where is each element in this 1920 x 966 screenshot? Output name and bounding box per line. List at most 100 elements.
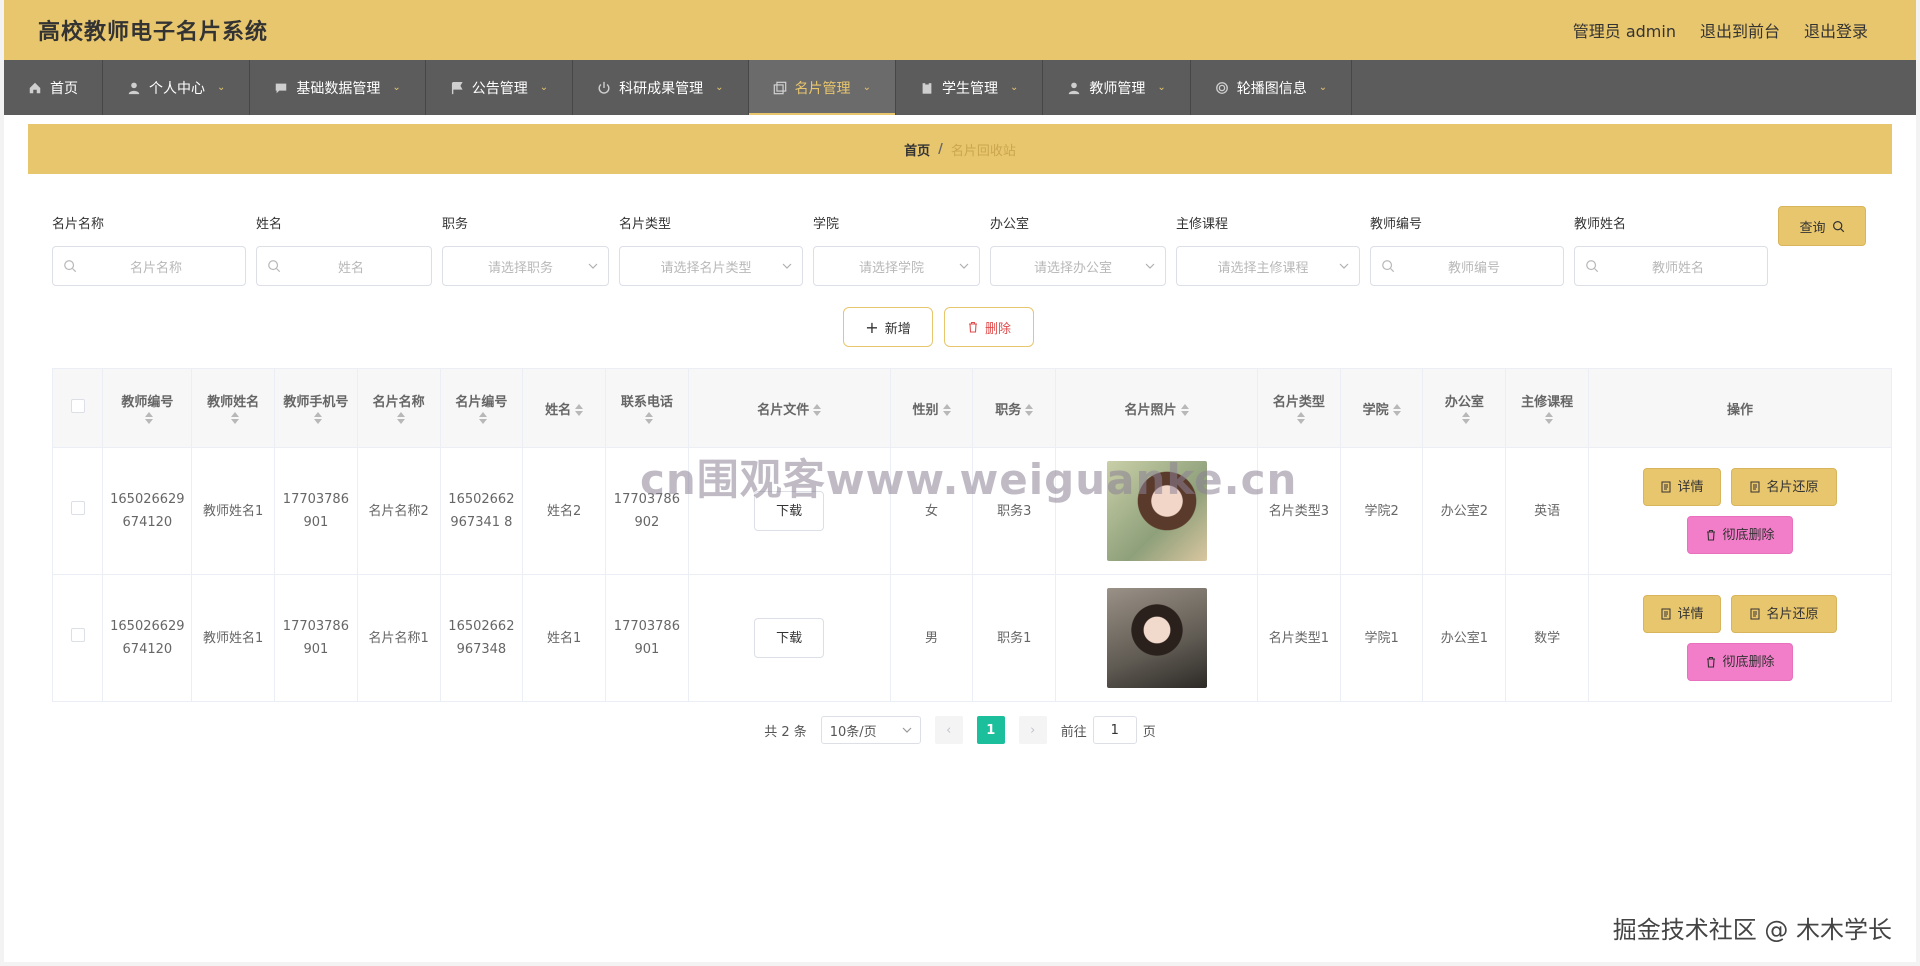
col-office[interactable]: 办公室	[1422, 368, 1507, 448]
purge-button[interactable]: 彻底删除	[1686, 516, 1793, 554]
sort-icon[interactable]	[1462, 411, 1471, 424]
sort-icon[interactable]	[313, 411, 322, 424]
cell-gender: 男	[889, 574, 974, 702]
logout-link[interactable]: 退出登录	[1804, 18, 1868, 42]
column-header: 教师手机号	[283, 395, 349, 410]
page-size-select[interactable]: 10条/页	[820, 716, 921, 744]
cell-phone: 17703786901	[605, 574, 689, 702]
sort-icon[interactable]	[1025, 404, 1034, 416]
exit-to-frontend-link[interactable]: 退出到前台	[1700, 18, 1780, 42]
nav-item-carousel[interactable]: 轮播图信息 ⌄	[1191, 60, 1353, 115]
sort-icon[interactable]	[813, 404, 822, 416]
power-icon	[598, 81, 610, 94]
col-card-name[interactable]: 名片名称	[356, 368, 441, 448]
column-header: 性别	[912, 402, 939, 418]
office-select[interactable]: 请选择办公室	[990, 246, 1166, 286]
cell-teacher-phone: 17703786901	[274, 574, 358, 702]
add-button[interactable]: + 新增	[843, 307, 933, 347]
col-teacher-phone[interactable]: 教师手机号	[274, 368, 358, 448]
teacher-name-input[interactable]: 教师姓名	[1574, 246, 1768, 286]
card-name-input[interactable]: 名片名称	[52, 246, 246, 286]
course-select[interactable]: 请选择主修课程	[1176, 246, 1360, 286]
col-teacher-no[interactable]: 教师编号	[102, 368, 193, 448]
purge-label: 彻底删除	[1722, 527, 1775, 543]
document-icon	[1750, 608, 1760, 620]
query-button[interactable]: 查询	[1778, 206, 1866, 246]
card-photo[interactable]	[1106, 588, 1207, 688]
col-course[interactable]: 主修课程	[1505, 368, 1589, 448]
col-card-file[interactable]: 名片文件	[687, 368, 891, 448]
col-card-photo[interactable]: 名片照片	[1055, 368, 1258, 448]
breadcrumb-home[interactable]: 首页	[904, 140, 930, 159]
prev-page-button[interactable]: ‹	[934, 716, 963, 744]
sort-icon[interactable]	[1296, 411, 1305, 424]
sort-icon[interactable]	[479, 411, 488, 424]
purge-label: 彻底删除	[1722, 654, 1775, 670]
teacher-no-input[interactable]: 教师编号	[1370, 246, 1564, 286]
select-all-checkbox[interactable]	[70, 399, 85, 413]
detail-button[interactable]: 详情	[1642, 595, 1721, 633]
col-card-no[interactable]: 名片编号	[439, 368, 524, 448]
top-links: 管理员 admin 退出到前台 退出登录	[1573, 18, 1868, 42]
chevron-down-icon	[1339, 263, 1349, 269]
sort-icon[interactable]	[644, 411, 653, 424]
document-icon	[1661, 608, 1671, 620]
delete-button[interactable]: 删除	[944, 307, 1034, 347]
nav-item-students[interactable]: 学生管理 ⌄	[896, 60, 1044, 115]
col-gender[interactable]: 性别	[889, 368, 974, 448]
nav-item-research[interactable]: 科研成果管理 ⌄	[573, 60, 749, 115]
restore-button[interactable]: 名片还原	[1730, 468, 1837, 506]
nav-item-announcements[interactable]: 公告管理 ⌄	[426, 60, 574, 115]
college-select[interactable]: 请选择学院	[813, 246, 980, 286]
sort-icon[interactable]	[575, 404, 584, 416]
name-input[interactable]: 姓名	[256, 246, 432, 286]
sort-icon[interactable]	[1392, 404, 1401, 416]
select-all-cell[interactable]	[51, 368, 104, 448]
cell-office: 办公室2	[1422, 447, 1507, 575]
nav-item-personal-center[interactable]: 个人中心 ⌄	[103, 60, 251, 115]
cell-card-photo	[1055, 574, 1258, 702]
query-label: 查询	[1799, 220, 1826, 236]
col-college[interactable]: 学院	[1339, 368, 1424, 448]
sort-icon[interactable]	[396, 411, 405, 424]
table-row: 165026629674120 教师姓名1 17703786901 名片名称1 …	[51, 574, 1893, 702]
column-header: 名片名称	[372, 395, 425, 410]
purge-button[interactable]: 彻底删除	[1686, 643, 1793, 681]
column-header: 名片类型	[1272, 395, 1325, 410]
row-select-cell[interactable]	[51, 447, 104, 575]
row-checkbox[interactable]	[70, 500, 85, 515]
nav-item-home[interactable]: 首页	[4, 60, 103, 115]
nav-item-basic-data[interactable]: 基础数据管理 ⌄	[250, 60, 426, 115]
sort-icon[interactable]	[1180, 404, 1189, 416]
col-phone[interactable]: 联系电话	[605, 368, 689, 448]
detail-button[interactable]: 详情	[1642, 468, 1721, 506]
trash-icon	[1707, 656, 1716, 668]
sort-icon[interactable]	[1545, 411, 1554, 424]
sort-icon[interactable]	[942, 404, 951, 416]
filter-card-type: 名片类型 请选择名片类型	[619, 214, 803, 286]
column-header: 名片照片	[1124, 402, 1177, 418]
cell-card-file: 下载	[687, 574, 891, 702]
admin-user-link[interactable]: 管理员 admin	[1573, 18, 1676, 42]
sort-icon[interactable]	[231, 411, 240, 424]
filter-label: 名片类型	[619, 217, 672, 232]
row-checkbox[interactable]	[70, 627, 85, 642]
app-window: 高校教师电子名片系统 管理员 admin 退出到前台 退出登录 首页 个人中心 …	[4, 0, 1916, 962]
download-button[interactable]: 下载	[754, 618, 825, 658]
col-teacher-name[interactable]: 教师姓名	[191, 368, 276, 448]
nav-item-card-management[interactable]: 名片管理 ⌄	[748, 60, 896, 115]
col-position[interactable]: 职务	[972, 368, 1057, 448]
col-card-type[interactable]: 名片类型	[1256, 368, 1341, 448]
next-page-button[interactable]: ›	[1018, 716, 1047, 744]
col-name[interactable]: 姓名	[522, 368, 607, 448]
row-select-cell[interactable]	[51, 574, 104, 702]
nav-item-teachers[interactable]: 教师管理 ⌄	[1043, 60, 1191, 115]
cell-college: 学院2	[1339, 447, 1424, 575]
restore-button[interactable]: 名片还原	[1730, 595, 1837, 633]
sort-icon[interactable]	[145, 411, 154, 424]
position-select[interactable]: 请选择职务	[442, 246, 609, 286]
goto-page-input[interactable]: 1	[1092, 716, 1137, 744]
page-number-current[interactable]: 1	[976, 716, 1005, 744]
card-type-select[interactable]: 请选择名片类型	[619, 246, 803, 286]
cell-teacher-phone: 17703786901	[274, 447, 358, 575]
